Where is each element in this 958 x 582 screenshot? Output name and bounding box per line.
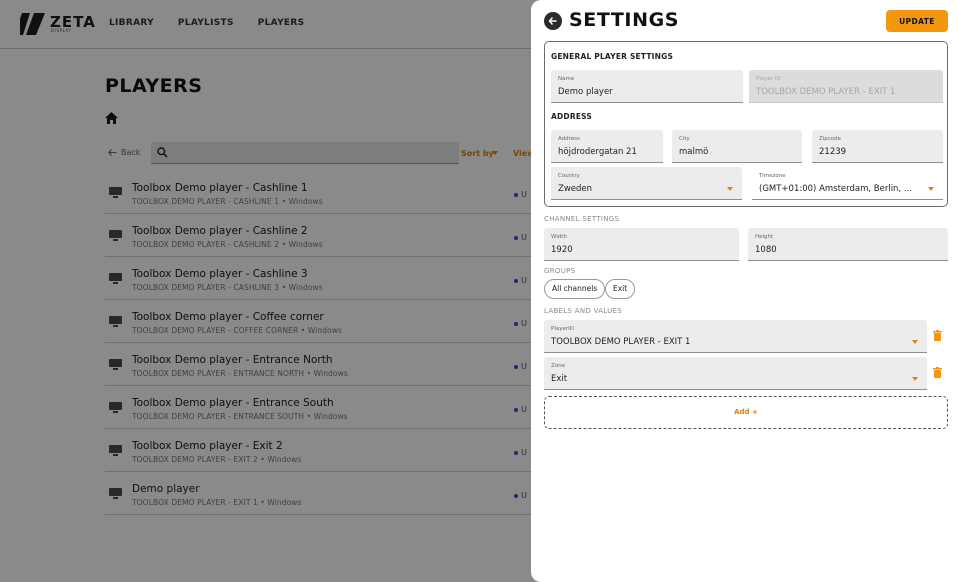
city-label: City bbox=[679, 136, 690, 142]
group-chip-exit[interactable]: Exit bbox=[605, 279, 636, 299]
label-key: Zone bbox=[551, 363, 566, 369]
label-value: Exit bbox=[551, 374, 568, 384]
arrow-left-icon bbox=[548, 17, 557, 25]
channel-settings-heading: CHANNEL SETTINGS bbox=[544, 215, 620, 223]
height-value: 1080 bbox=[755, 245, 777, 255]
width-value: 1920 bbox=[551, 245, 573, 255]
general-settings-heading: GENERAL PLAYER SETTINGS bbox=[551, 52, 674, 61]
chevron-down-icon bbox=[912, 340, 918, 344]
general-settings-box: GENERAL PLAYER SETTINGS Name Demo player… bbox=[544, 41, 948, 207]
country-label: Country bbox=[558, 173, 580, 179]
width-label: Width bbox=[551, 234, 567, 240]
zipcode-label: Zipcode bbox=[819, 136, 842, 142]
city-value: malmö bbox=[679, 147, 709, 157]
name-label: Name bbox=[558, 76, 575, 82]
group-chip-all-channels[interactable]: All channels bbox=[544, 279, 606, 299]
chevron-down-icon bbox=[912, 377, 918, 381]
timezone-value: (GMT+01:00) Amsterdam, Berlin, ... bbox=[759, 184, 912, 194]
settings-panel: SETTINGS UPDATE GENERAL PLAYER SETTINGS … bbox=[531, 0, 958, 582]
timezone-label: Timezone bbox=[759, 173, 786, 179]
name-value: Demo player bbox=[558, 87, 613, 97]
width-field[interactable]: Width 1920 bbox=[544, 228, 739, 261]
label-value-select-playerid[interactable]: PlayerID TOOLBOX DEMO PLAYER - EXIT 1 bbox=[544, 320, 927, 353]
chevron-down-icon bbox=[727, 187, 733, 191]
trash-icon[interactable] bbox=[933, 330, 942, 341]
player-id-field: Player ID TOOLBOX DEMO PLAYER - EXIT 1 bbox=[749, 70, 943, 103]
height-label: Height bbox=[755, 234, 774, 240]
country-select[interactable]: Country Zweden bbox=[551, 167, 742, 200]
update-button[interactable]: UPDATE bbox=[886, 10, 948, 32]
add-label-button[interactable]: Add + bbox=[544, 396, 948, 429]
zipcode-field[interactable]: Zipcode 21239 bbox=[812, 130, 943, 163]
address-label: Address bbox=[558, 136, 580, 142]
label-value: TOOLBOX DEMO PLAYER - EXIT 1 bbox=[551, 337, 691, 347]
timezone-select[interactable]: Timezone (GMT+01:00) Amsterdam, Berlin, … bbox=[752, 167, 943, 200]
zipcode-value: 21239 bbox=[819, 147, 847, 157]
height-field[interactable]: Height 1080 bbox=[748, 228, 948, 261]
address-field[interactable]: Address höjdrodergatan 21 bbox=[551, 130, 663, 163]
address-heading: ADDRESS bbox=[551, 112, 593, 121]
player-id-value: TOOLBOX DEMO PLAYER - EXIT 1 bbox=[756, 87, 896, 97]
city-field[interactable]: City malmö bbox=[672, 130, 802, 163]
label-key: PlayerID bbox=[551, 326, 574, 332]
settings-title: SETTINGS bbox=[569, 9, 680, 31]
groups-heading: GROUPS bbox=[544, 267, 576, 275]
address-value: höjdrodergatan 21 bbox=[558, 147, 637, 157]
label-value-select-zone[interactable]: Zone Exit bbox=[544, 357, 927, 390]
player-id-label: Player ID bbox=[756, 76, 781, 82]
close-settings-button[interactable] bbox=[544, 12, 562, 30]
trash-icon[interactable] bbox=[933, 367, 942, 378]
labels-values-heading: LABELS AND VALUES bbox=[544, 307, 623, 315]
country-value: Zweden bbox=[558, 184, 593, 194]
name-field[interactable]: Name Demo player bbox=[551, 70, 743, 103]
chevron-down-icon bbox=[928, 187, 934, 191]
